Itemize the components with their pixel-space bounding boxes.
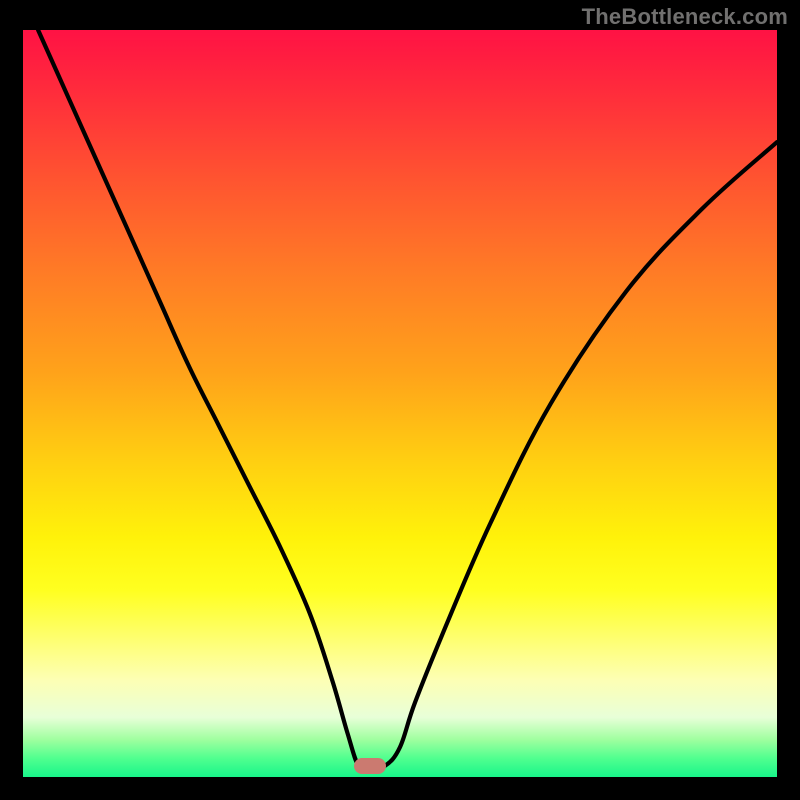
optimal-marker [354, 758, 386, 774]
attribution-text: TheBottleneck.com [582, 4, 788, 30]
plot-area [23, 30, 777, 777]
bottleneck-curve [23, 30, 777, 777]
chart-frame: TheBottleneck.com [0, 0, 800, 800]
